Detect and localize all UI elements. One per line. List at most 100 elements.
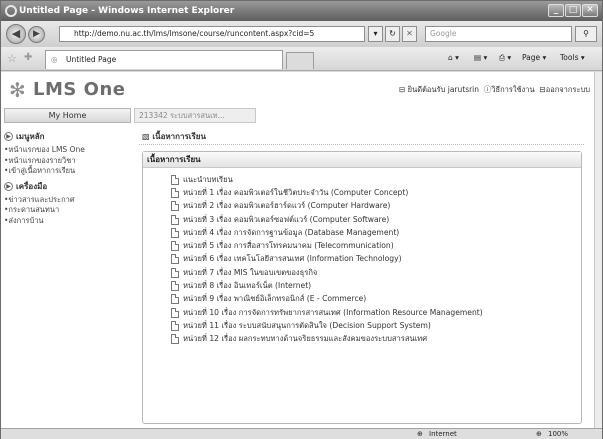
stop-icon[interactable]: ✕ (402, 26, 417, 42)
close-button[interactable]: ✕ (582, 4, 598, 17)
my-home-tab[interactable]: My Home (4, 108, 131, 123)
content-item[interactable]: หน่วยที่ 3 เรื่อง คอมพิวเตอร์ซอฟต์แวร์ (… (171, 213, 581, 226)
content-item-label: หน่วยที่ 12 เรื่อง ผลกระทบทางด้านจริยธรร… (183, 334, 428, 344)
content-item-label: แนะนำบทเรียน (183, 174, 233, 184)
title-bar: Untitled Page - Windows Internet Explore… (1, 1, 602, 21)
address-bar: ◀ ▶ http://demo.nu.ac.th/lms/lmsone/cour… (1, 21, 602, 47)
add-favorites-icon[interactable]: ✚ (24, 52, 32, 63)
refresh-icon[interactable]: ↻ (385, 26, 400, 42)
panel-title: เนื้อหาการเรียน (143, 152, 581, 168)
content-item-label: หน่วยที่ 4 เรื่อง การจัดการฐานข้อมูล (Da… (183, 227, 400, 237)
content-item-label: หน่วยที่ 3 เรื่อง คอมพิวเตอร์ซอฟต์แวร์ (… (183, 214, 390, 224)
forward-button[interactable]: ▶ (28, 26, 45, 43)
page-content: ✻ LMS One ⊟ ยินดีต้อนรับ jarutsrin ⓘวิธี… (1, 72, 594, 428)
nav-link-course-content[interactable]: •เข้าสู่เนื้อหาการเรียน (4, 166, 132, 177)
document-icon (171, 227, 179, 238)
content-icon: ▧ (142, 132, 150, 141)
content-item[interactable]: หน่วยที่ 6 เรื่อง เทคโนโลยีสารสนเทศ (Inf… (171, 253, 581, 266)
main-menu-header: ▶ เมนูหลัก (4, 130, 132, 143)
logout-link[interactable]: ออกจากระบบ (546, 85, 590, 94)
howto-link[interactable]: วิธีการใช้งาน (491, 85, 534, 94)
new-tab-button[interactable] (286, 52, 314, 69)
document-icon (171, 320, 179, 331)
ie-logo-icon (5, 5, 17, 17)
browser-window: Untitled Page - Windows Internet Explore… (0, 0, 603, 439)
document-icon (171, 334, 179, 345)
tools-menu[interactable]: Tools ▾ (560, 53, 585, 62)
document-icon (171, 214, 179, 225)
content-item-label: หน่วยที่ 6 เรื่อง เทคโนโลยีสารสนเทศ (Inf… (183, 254, 402, 264)
document-icon (171, 254, 179, 265)
zoom-icon: ⊕ (536, 430, 542, 438)
logo-text: LMS One (33, 79, 126, 100)
content-item-label: หน่วยที่ 10 เรื่อง การจัดการทรัพยากรสารส… (183, 307, 483, 317)
content-item[interactable]: หน่วยที่ 2 เรื่อง คอมพิวเตอร์ฮาร์ดแวร์ (… (171, 200, 581, 213)
content-item[interactable]: แนะนำบทเรียน (171, 173, 581, 186)
back-button[interactable]: ◀ (6, 24, 26, 44)
content-item[interactable]: หน่วยที่ 7 เรื่อง MIS ในขอบเขตของธุรกิจ (171, 266, 581, 279)
maximize-button[interactable]: □ (565, 4, 581, 17)
document-icon (171, 201, 179, 212)
arrow-icon: ▶ (4, 132, 13, 141)
course-breadcrumb[interactable]: 213342 ระบบสารสนเท... (134, 108, 256, 123)
site-logo: ✻ LMS One (9, 78, 125, 102)
welcome-text: ยินดีต้อนรับ jarutsrin (407, 85, 480, 94)
tools-menu-header: ▶ เครื่องมือ (4, 180, 132, 193)
nav-link-homework[interactable]: •ส่งการบ้าน (4, 216, 132, 227)
minimize-button[interactable]: _ (548, 4, 564, 17)
favorites-bar: ☆ ✚ ◎ Untitled Page ⌂ ▾ ▤ ▾ ⎙ ▾ Page ▾ T… (1, 47, 602, 71)
content-item[interactable]: หน่วยที่ 5 เรื่อง การสื่อสารโทรคมนาคม (T… (171, 239, 581, 252)
tab-untitled-page[interactable]: ◎ Untitled Page (45, 50, 283, 69)
document-icon (171, 307, 179, 318)
left-nav: ▶ เมนูหลัก •หน้าแรกของ LMS One •หน้าแรกข… (4, 128, 132, 226)
content-item[interactable]: หน่วยที่ 12 เรื่อง ผลกระทบทางด้านจริยธรร… (171, 333, 581, 346)
search-icon[interactable]: ⚲ (575, 26, 597, 42)
document-icon (171, 187, 179, 198)
favorites-star-icon[interactable]: ☆ (7, 52, 17, 65)
globe-icon: ⊕ (417, 430, 423, 438)
content-item[interactable]: หน่วยที่ 4 เรื่อง การจัดการฐานข้อมูล (Da… (171, 226, 581, 239)
search-input[interactable]: Google (425, 26, 572, 42)
nav-link-news[interactable]: •ข่าวสารและประกาศ (4, 195, 132, 206)
tab-title: Untitled Page (66, 55, 117, 64)
document-icon (171, 281, 179, 292)
content-item-label: หน่วยที่ 5 เรื่อง การสื่อสารโทรคมนาคม (T… (183, 241, 394, 251)
home-icon[interactable]: ⌂ ▾ (448, 53, 459, 62)
content-heading: ▧ เนื้อหาการเรียน (139, 129, 584, 145)
nav-link-course-home[interactable]: •หน้าแรกของรายวิชา (4, 156, 132, 167)
print-icon[interactable]: ⎙ ▾ (499, 53, 511, 63)
content-item[interactable]: หน่วยที่ 1 เรื่อง คอมพิวเตอร์ในชีวิตประจ… (171, 186, 581, 199)
content-item-label: หน่วยที่ 11 เรื่อง ระบบสนับสนุนการตัดสิน… (183, 320, 431, 330)
document-icon (171, 267, 179, 278)
content-item-label: หน่วยที่ 1 เรื่อง คอมพิวเตอร์ในชีวิตประจ… (183, 187, 409, 197)
content-list: แนะนำบทเรียนหน่วยที่ 1 เรื่อง คอมพิวเตอร… (143, 168, 581, 346)
url-input[interactable]: http://demo.nu.ac.th/lms/lmsone/course/r… (59, 26, 365, 42)
content-panel: เนื้อหาการเรียน แนะนำบทเรียนหน่วยที่ 1 เ… (142, 151, 582, 424)
window-title: Untitled Page - Windows Internet Explore… (19, 6, 235, 16)
content-item-label: หน่วยที่ 8 เรื่อง อินเทอร์เน็ต (Internet… (183, 281, 312, 291)
url-dropdown-icon[interactable]: ▾ (368, 26, 383, 42)
content-item[interactable]: หน่วยที่ 10 เรื่อง การจัดการทรัพยากรสารส… (171, 306, 581, 319)
user-icon: ⊟ (398, 85, 406, 94)
zone-text: Internet (429, 430, 457, 438)
content-item-label: หน่วยที่ 9 เรื่อง พาณิชย์อิเล็กทรอนิกส์ … (183, 294, 367, 304)
feeds-icon[interactable]: ▤ ▾ (474, 53, 487, 62)
status-bar: ⊕ Internet ⊕ 100% (1, 428, 602, 439)
page-menu[interactable]: Page ▾ (522, 53, 546, 62)
document-icon (171, 174, 179, 185)
content-item-label: หน่วยที่ 2 เรื่อง คอมพิวเตอร์ฮาร์ดแวร์ (… (183, 201, 391, 211)
nav-link-webboard[interactable]: •กระดานสนทนา (4, 205, 132, 216)
content-item[interactable]: หน่วยที่ 8 เรื่อง อินเทอร์เน็ต (Internet… (171, 279, 581, 292)
content-item[interactable]: หน่วยที่ 9 เรื่อง พาณิชย์อิเล็กทรอนิกส์ … (171, 293, 581, 306)
vertical-scrollbar[interactable] (594, 72, 602, 428)
content-item[interactable]: หน่วยที่ 11 เรื่อง ระบบสนับสนุนการตัดสิน… (171, 319, 581, 332)
document-icon (171, 294, 179, 305)
nav-link-lms-home[interactable]: •หน้าแรกของ LMS One (4, 145, 132, 156)
document-icon (171, 241, 179, 252)
page-tab-icon: ◎ (51, 55, 58, 64)
gear-logo-icon: ✻ (9, 78, 27, 102)
content-item-label: หน่วยที่ 7 เรื่อง MIS ในขอบเขตของธุรกิจ (183, 267, 318, 277)
zoom-level[interactable]: 100% (548, 429, 568, 439)
user-bar: ⊟ ยินดีต้อนรับ jarutsrin ⓘวิธีการใช้งาน … (399, 84, 590, 96)
arrow-icon: ▶ (4, 181, 13, 191)
